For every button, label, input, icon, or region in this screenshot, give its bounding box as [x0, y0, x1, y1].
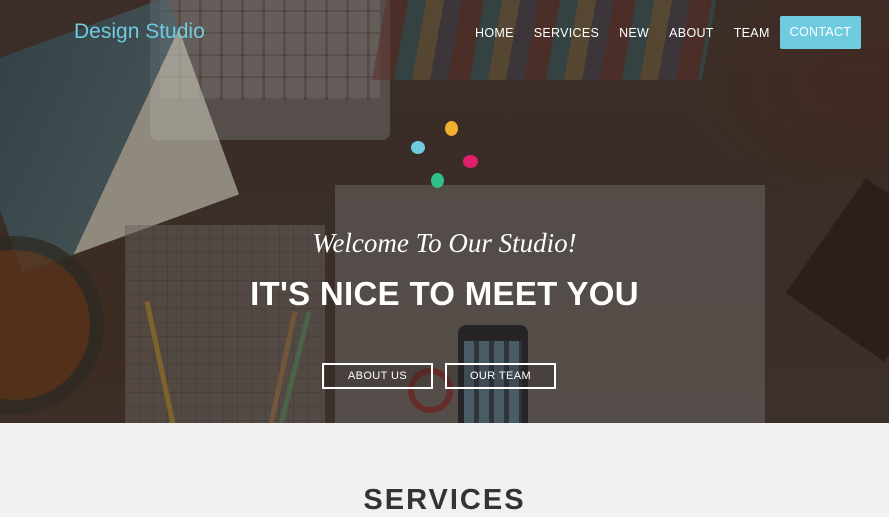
loader-dot-blue [411, 141, 425, 154]
hero-subtitle: Welcome To Our Studio! [312, 228, 577, 258]
nav-team[interactable]: TEAM [724, 17, 780, 49]
hero-title: IT'S NICE TO MEET YOU [250, 275, 639, 312]
nav-new[interactable]: NEW [609, 17, 659, 49]
loader-dot-green [431, 173, 444, 188]
nav-services[interactable]: SERVICES [524, 17, 609, 49]
cup-image [0, 250, 90, 400]
our-team-button[interactable]: OUR TEAM [445, 363, 556, 389]
main-nav: HOME SERVICES NEW ABOUT TEAM CONTACT [465, 16, 862, 49]
hero-section: Design Studio HOME SERVICES NEW ABOUT TE… [0, 0, 889, 423]
nav-contact[interactable]: CONTACT [779, 16, 862, 49]
loader-dot-orange [445, 121, 458, 136]
nav-home[interactable]: HOME [465, 17, 524, 49]
loader-dot-pink [463, 155, 478, 168]
about-us-button[interactable]: ABOUT US [322, 363, 433, 389]
brand-logo[interactable]: Design Studio [74, 20, 205, 44]
dark-object-image [785, 178, 889, 362]
nav-about[interactable]: ABOUT [659, 17, 724, 49]
services-heading: SERVICES [363, 484, 526, 516]
